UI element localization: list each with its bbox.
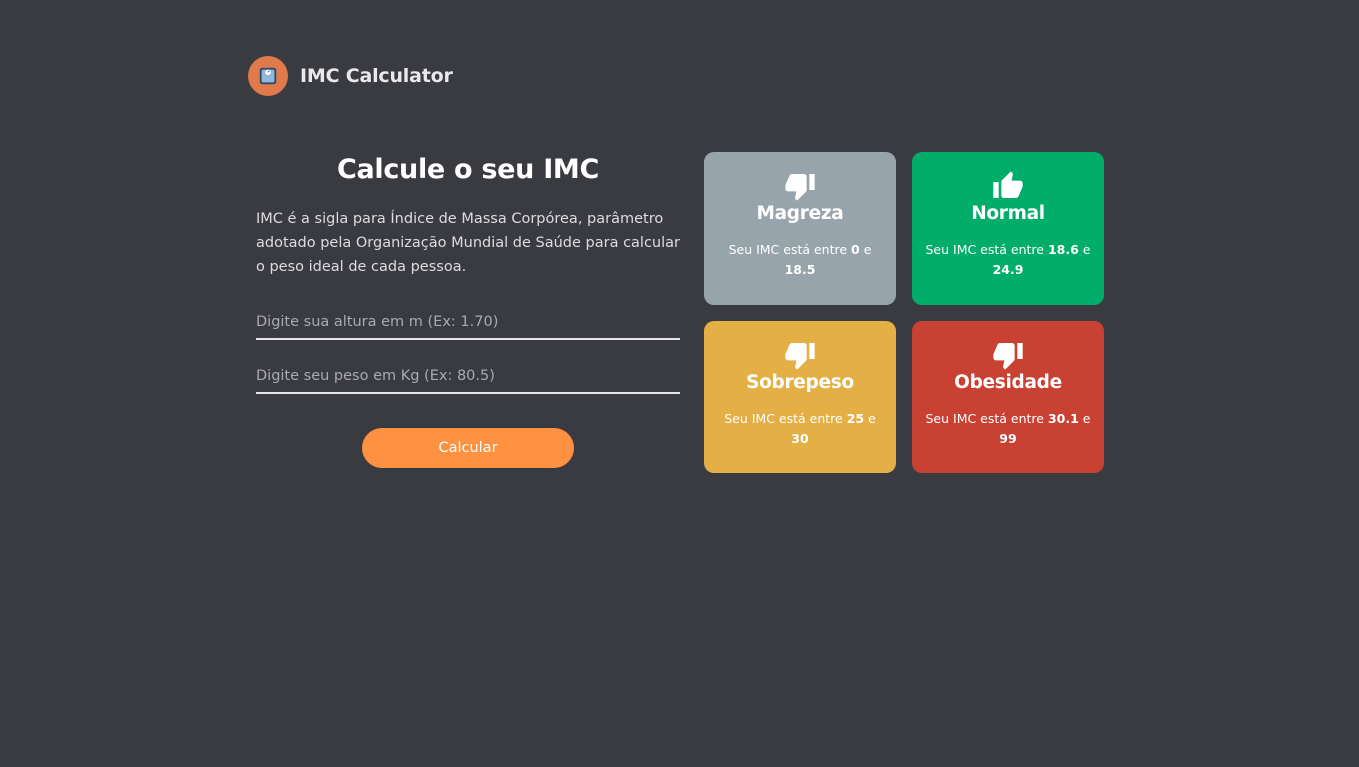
calculate-button[interactable]: Calcular <box>362 428 574 468</box>
range-min: 0 <box>851 242 860 257</box>
card-range: Seu IMC está entre 30.1 e 99 <box>924 409 1092 449</box>
range-max: 99 <box>999 431 1017 446</box>
scale-icon <box>259 67 277 85</box>
range-connector: e <box>863 242 872 257</box>
header: IMC Calculator <box>248 56 453 96</box>
height-field <box>256 308 680 340</box>
card-title: Obesidade <box>954 372 1062 393</box>
calculator-panel: Calcule o seu IMC IMC é a sigla para Índ… <box>256 152 680 468</box>
range-max: 24.9 <box>992 262 1024 277</box>
card-title: Magreza <box>756 203 844 224</box>
range-prefix: Seu IMC está entre <box>925 411 1044 426</box>
thumbs-down-icon <box>993 343 1023 370</box>
range-connector: e <box>1082 242 1091 257</box>
page: IMC Calculator Calcule o seu IMC IMC é a… <box>0 0 1359 767</box>
thumbs-down-icon <box>785 343 815 370</box>
card-range: Seu IMC está entre 25 e 30 <box>716 409 884 449</box>
range-prefix: Seu IMC está entre <box>925 242 1044 257</box>
range-min: 30.1 <box>1047 411 1079 426</box>
range-max: 30 <box>791 431 809 446</box>
card-range: Seu IMC está entre 18.6 e 24.9 <box>924 240 1092 280</box>
thumbs-up-icon <box>993 171 1023 198</box>
height-input[interactable] <box>256 308 680 340</box>
range-min: 18.6 <box>1047 242 1079 257</box>
card-title: Sobrepeso <box>746 372 854 393</box>
range-prefix: Seu IMC está entre <box>724 411 843 426</box>
weight-input[interactable] <box>256 362 680 394</box>
page-title: Calcule o seu IMC <box>336 154 600 185</box>
range-prefix: Seu IMC está entre <box>728 242 848 257</box>
range-max: 18.5 <box>784 262 816 277</box>
card-sobrepeso: Sobrepeso Seu IMC está entre 25 e 30 <box>704 321 896 473</box>
range-connector: e <box>1082 411 1091 426</box>
card-title: Normal <box>971 203 1045 224</box>
bmi-cards: Magreza Seu IMC está entre 0 e 18.5 Norm… <box>704 152 1104 473</box>
logo <box>248 56 288 96</box>
card-obesidade: Obesidade Seu IMC está entre 30.1 e 99 <box>912 321 1104 473</box>
card-range: Seu IMC está entre 0 e 18.5 <box>716 240 884 280</box>
app-title: IMC Calculator <box>300 65 453 87</box>
weight-field <box>256 362 680 394</box>
range-min: 25 <box>846 411 865 426</box>
description: IMC é a sigla para Índice de Massa Corpó… <box>256 211 680 275</box>
card-normal: Normal Seu IMC está entre 18.6 e 24.9 <box>912 152 1104 305</box>
card-magreza: Magreza Seu IMC está entre 0 e 18.5 <box>704 152 896 305</box>
button-wrap: Calcular <box>256 428 680 468</box>
thumbs-down-icon <box>785 174 815 201</box>
range-connector: e <box>868 411 876 426</box>
